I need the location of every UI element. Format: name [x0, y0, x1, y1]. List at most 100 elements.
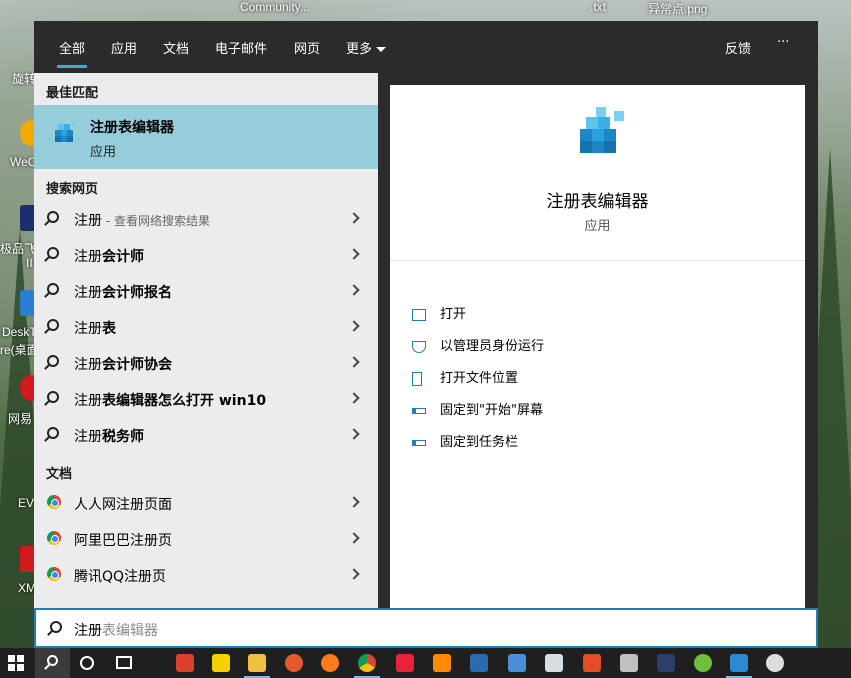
file-explorer-icon[interactable] [248, 654, 266, 672]
web-search-label: 注册 - 查看网络搜索结果 [74, 213, 210, 229]
document-label: 阿里巴巴注册页 [74, 533, 172, 549]
tab-more[interactable]: 更多 [346, 38, 387, 57]
cortana-icon[interactable] [80, 656, 94, 670]
remote-desktop-icon[interactable] [508, 654, 526, 672]
web-search-item[interactable]: 注册表 [34, 309, 378, 345]
tab-web[interactable]: 网页 [294, 38, 320, 57]
windows-start-icon[interactable] [8, 655, 24, 671]
search-icon [47, 391, 59, 403]
search-icon [47, 427, 59, 439]
desktop-icon-label[interactable]: 极品飞 [0, 240, 36, 257]
settings-gear-icon[interactable] [545, 654, 563, 672]
chevron-right-icon[interactable] [348, 320, 360, 332]
desktop-icon-label[interactable]: II [26, 256, 33, 270]
firefox-icon[interactable] [321, 654, 339, 672]
open-icon [412, 308, 426, 321]
tab-email[interactable]: 电子邮件 [215, 38, 267, 57]
document-item[interactable]: 人人网注册页面 [34, 485, 378, 521]
desktop-icon-label[interactable]: re(桌面 [0, 341, 39, 358]
web-search-item[interactable]: 注册 - 查看网络搜索结果 [34, 201, 378, 237]
search-autocomplete: 表编辑器 [102, 623, 158, 639]
registry-editor-icon [55, 121, 76, 142]
shield-icon [412, 340, 426, 353]
task-view-icon[interactable] [116, 656, 132, 669]
search-icon [50, 621, 62, 633]
desktop-icon-label[interactable]: WeC [10, 155, 36, 169]
desktop-file-label[interactable]: 异常点.png [648, 0, 707, 17]
documents-heading: 文档 [46, 467, 73, 482]
chrome-icon [47, 495, 61, 509]
search-icon [47, 283, 59, 295]
document-label: 人人网注册页面 [74, 497, 172, 513]
pin-icon [412, 407, 426, 414]
html-editor-icon[interactable] [583, 654, 601, 672]
document-item[interactable]: 阿里巴巴注册页 [34, 521, 378, 557]
action-open[interactable]: 打开 [412, 303, 466, 322]
web-search-label: 注册会计师报名 [74, 285, 172, 301]
desktop-icon-label[interactable]: 网易 [8, 410, 32, 427]
detail-pane: 注册表编辑器 应用 打开 以管理员身份运行 打开文件位置 固定到"开始"屏幕 固… [390, 85, 805, 608]
more-options-button[interactable]: ··· [777, 35, 789, 50]
chevron-right-icon[interactable] [348, 212, 360, 224]
feedback-button[interactable]: 反馈 [725, 38, 751, 57]
pin-icon [412, 439, 426, 446]
web-search-item[interactable]: 注册会计师报名 [34, 273, 378, 309]
chevron-right-icon[interactable] [348, 248, 360, 260]
search-category-bar: 全部 应用 文档 电子邮件 网页 更多 反馈 ··· [34, 21, 818, 73]
desktop-icon-label[interactable]: DeskT [2, 325, 37, 339]
taskbar-app-icon[interactable] [694, 654, 712, 672]
gear-icon[interactable] [766, 654, 784, 672]
search-icon [47, 211, 59, 223]
detail-title: 注册表编辑器 [546, 192, 649, 212]
tab-all[interactable]: 全部 [56, 38, 88, 68]
start-menu: 全部 应用 文档 电子邮件 网页 更多 反馈 ··· 最佳匹配 注册表编辑器 应… [34, 21, 818, 648]
desktop-file-label[interactable]: Community... [240, 0, 310, 14]
document-item[interactable]: 腾讯QQ注册页 [34, 557, 378, 593]
taskbar-app-icon[interactable] [730, 654, 748, 672]
search-box[interactable]: 注册表编辑器 [34, 608, 818, 648]
chrome-icon[interactable] [358, 654, 376, 672]
action-pin-to-taskbar[interactable]: 固定到任务栏 [412, 431, 518, 450]
registry-editor-icon [580, 107, 624, 153]
web-search-item[interactable]: 注册表编辑器怎么打开 win10 [34, 381, 378, 417]
taskbar-app-icon[interactable] [657, 654, 675, 672]
taskbar-app-icon[interactable] [620, 654, 638, 672]
chevron-right-icon[interactable] [348, 496, 360, 508]
best-match-subtitle: 应用 [90, 145, 117, 160]
document-label: 腾讯QQ注册页 [74, 569, 167, 585]
chevron-right-icon[interactable] [348, 532, 360, 544]
chevron-right-icon[interactable] [348, 284, 360, 296]
taskbar-app-icon[interactable] [176, 654, 194, 672]
sticky-notes-icon[interactable] [212, 654, 230, 672]
desktop-icon-label[interactable]: 旋转 [12, 70, 36, 87]
results-list: 最佳匹配 注册表编辑器 应用 搜索网页 注册 - 查看网络搜索结果 注册会计师 [34, 73, 378, 608]
desktop-file-label[interactable]: .txt [590, 0, 606, 14]
taskbar-search-button[interactable] [35, 648, 70, 678]
file-location-icon [412, 371, 422, 386]
desktop-icon-label[interactable]: EV [18, 496, 34, 510]
chrome-icon [47, 567, 61, 581]
web-search-item[interactable]: 注册会计师协会 [34, 345, 378, 381]
action-run-as-admin[interactable]: 以管理员身份运行 [412, 335, 544, 354]
browser-icon[interactable] [285, 654, 303, 672]
chevron-right-icon[interactable] [348, 428, 360, 440]
best-match-item[interactable]: 注册表编辑器 应用 [34, 105, 378, 169]
best-match-heading: 最佳匹配 [46, 86, 99, 101]
web-search-label: 注册会计师协会 [74, 357, 172, 373]
taskbar-app-icon[interactable] [433, 654, 451, 672]
action-pin-to-start[interactable]: 固定到"开始"屏幕 [412, 399, 543, 418]
vscode-icon[interactable] [470, 654, 488, 672]
tab-apps[interactable]: 应用 [111, 38, 137, 57]
chevron-right-icon[interactable] [348, 392, 360, 404]
web-search-label: 注册税务师 [74, 429, 144, 445]
web-search-heading: 搜索网页 [46, 182, 99, 197]
web-search-item[interactable]: 注册会计师 [34, 237, 378, 273]
web-search-label: 注册表 [74, 321, 116, 337]
chevron-right-icon[interactable] [348, 568, 360, 580]
chevron-right-icon[interactable] [348, 356, 360, 368]
web-search-item[interactable]: 注册税务师 [34, 417, 378, 453]
action-open-file-location[interactable]: 打开文件位置 [412, 367, 518, 386]
search-input[interactable]: 注册表编辑器 [74, 620, 158, 640]
tab-documents[interactable]: 文档 [163, 38, 189, 57]
taskbar-app-icon[interactable] [396, 654, 414, 672]
